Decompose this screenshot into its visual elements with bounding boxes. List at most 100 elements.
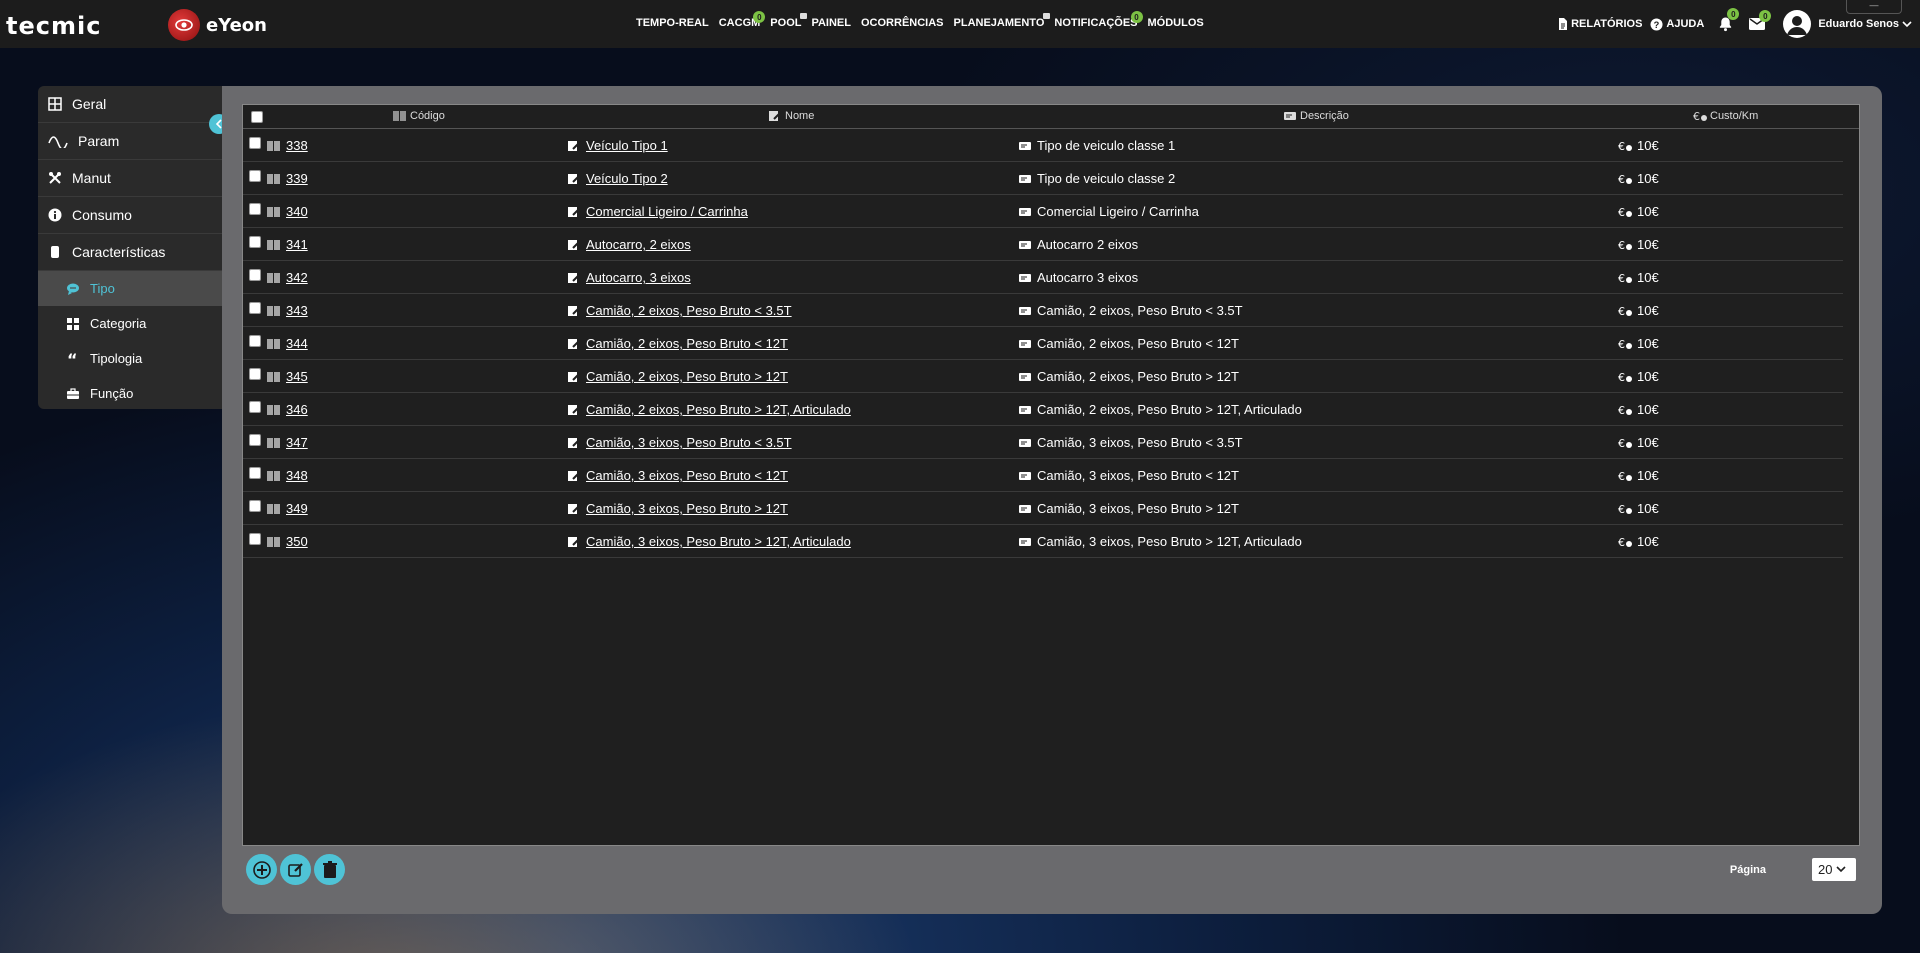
table-row[interactable]: 340 Comercial Ligeiro / Carrinha Comerci… [243, 195, 1843, 228]
row-code-link[interactable]: 347 [286, 435, 308, 450]
notificacoes-count-badge: 0 [1130, 11, 1143, 23]
reports-link[interactable]: RELATÓRIOS [1558, 18, 1642, 30]
header-custo-km[interactable]: € Custo/Km [1693, 110, 1758, 122]
table-row[interactable]: 346 Camião, 2 eixos, Peso Bruto > 12T, A… [243, 393, 1843, 426]
table-row[interactable]: 343 Camião, 2 eixos, Peso Bruto < 3.5T C… [243, 294, 1843, 327]
sidebar-subitem-tipo[interactable]: Tipo [38, 271, 222, 306]
nav-cacgm[interactable]: CACGM 0 [719, 11, 766, 29]
sidebar-item-caracteristicas[interactable]: Características [38, 234, 222, 271]
tecmic-logo[interactable]: tecmic [6, 12, 101, 40]
row-code-link[interactable]: 344 [286, 336, 308, 351]
nav-pool[interactable]: POOL [770, 13, 808, 29]
row-description: Camião, 2 eixos, Peso Bruto < 12T [1037, 336, 1239, 351]
row-name-link[interactable]: Camião, 2 eixos, Peso Bruto < 12T [586, 336, 788, 351]
row-checkbox[interactable] [249, 401, 261, 413]
table-row[interactable]: 349 Camião, 3 eixos, Peso Bruto > 12T Ca… [243, 492, 1843, 525]
row-code-link[interactable]: 343 [286, 303, 308, 318]
minimize-bar-button[interactable]: — [1846, 0, 1902, 14]
help-link[interactable]: ? AJUDA [1650, 17, 1704, 31]
sidebar-item-consumo[interactable]: Consumo [38, 197, 222, 234]
row-name-link[interactable]: Camião, 2 eixos, Peso Bruto > 12T [586, 369, 788, 384]
row-name-link[interactable]: Camião, 3 eixos, Peso Bruto > 12T [586, 501, 788, 516]
nav-ocorrencias[interactable]: OCORRÊNCIAS [861, 17, 944, 29]
table-row[interactable]: 339 Veículo Tipo 2 Tipo de veiculo class… [243, 162, 1843, 195]
nav-notificacoes[interactable]: NOTIFICAÇÕES 0 [1054, 11, 1143, 29]
row-code-link[interactable]: 346 [286, 402, 308, 417]
row-name-link[interactable]: Veículo Tipo 2 [586, 171, 668, 186]
row-checkbox[interactable] [249, 467, 261, 479]
edit-doc-icon [568, 173, 580, 184]
row-code-link[interactable]: 340 [286, 204, 308, 219]
table-row[interactable]: 342 Autocarro, 3 eixos Autocarro 3 eixos… [243, 261, 1843, 294]
nav-painel[interactable]: PAINEL [811, 17, 851, 29]
nav-modulos[interactable]: MÓDULOS [1148, 17, 1204, 29]
barcode-icon [267, 140, 280, 151]
select-all-checkbox[interactable] [251, 111, 263, 123]
eyeon-logo[interactable]: eYeon [168, 9, 267, 41]
sidebar-subitem-funcao[interactable]: Função [38, 376, 222, 411]
row-code-link[interactable]: 345 [286, 369, 308, 384]
euro-icon: € [1618, 338, 1632, 350]
sidebar-item-geral[interactable]: Geral [38, 86, 222, 123]
row-name-link[interactable]: Camião, 3 eixos, Peso Bruto < 3.5T [586, 435, 792, 450]
row-checkbox[interactable] [249, 236, 261, 248]
table-row[interactable]: 344 Camião, 2 eixos, Peso Bruto < 12T Ca… [243, 327, 1843, 360]
delete-button[interactable] [314, 854, 345, 885]
row-name-link[interactable]: Camião, 2 eixos, Peso Bruto < 3.5T [586, 303, 792, 318]
row-name-link[interactable]: Comercial Ligeiro / Carrinha [586, 204, 748, 219]
row-name-link[interactable]: Camião, 2 eixos, Peso Bruto > 12T, Artic… [586, 402, 851, 417]
barcode-icon [267, 206, 280, 217]
row-checkbox[interactable] [249, 434, 261, 446]
table-row[interactable]: 345 Camião, 2 eixos, Peso Bruto > 12T Ca… [243, 360, 1843, 393]
table-row[interactable]: 341 Autocarro, 2 eixos Autocarro 2 eixos… [243, 228, 1843, 261]
table-row[interactable]: 350 Camião, 3 eixos, Peso Bruto > 12T, A… [243, 525, 1843, 558]
row-name-link[interactable]: Camião, 3 eixos, Peso Bruto < 12T [586, 468, 788, 483]
row-checkbox[interactable] [249, 533, 261, 545]
header-nome[interactable]: Nome [768, 110, 814, 122]
row-code-link[interactable]: 342 [286, 270, 308, 285]
row-name-link[interactable]: Veículo Tipo 1 [586, 138, 668, 153]
row-name-link[interactable]: Autocarro, 2 eixos [586, 237, 691, 252]
row-cost: 10€ [1637, 468, 1659, 483]
nav-tempo-real[interactable]: TEMPO-REAL [636, 17, 709, 29]
row-code-link[interactable]: 341 [286, 237, 308, 252]
header-descricao[interactable]: Descrição [1283, 110, 1349, 122]
row-description-cell: Autocarro 2 eixos [1018, 237, 1138, 252]
edit-button[interactable] [280, 854, 311, 885]
row-checkbox[interactable] [249, 170, 261, 182]
row-checkbox[interactable] [249, 500, 261, 512]
table-row[interactable]: 338 Veículo Tipo 1 Tipo de veiculo class… [243, 129, 1843, 162]
row-checkbox[interactable] [249, 269, 261, 281]
header-codigo[interactable]: Código [393, 110, 445, 122]
row-code-link[interactable]: 348 [286, 468, 308, 483]
row-checkbox[interactable] [249, 368, 261, 380]
add-button[interactable] [246, 854, 277, 885]
row-name-link[interactable]: Camião, 3 eixos, Peso Bruto > 12T, Artic… [586, 534, 851, 549]
row-code-link[interactable]: 349 [286, 501, 308, 516]
row-code-link[interactable]: 339 [286, 171, 308, 186]
row-checkbox[interactable] [249, 302, 261, 314]
row-description: Comercial Ligeiro / Carrinha [1037, 204, 1199, 219]
row-checkbox[interactable] [249, 137, 261, 149]
barcode-icon [267, 338, 280, 349]
edit-doc-icon [568, 206, 580, 217]
row-checkbox[interactable] [249, 203, 261, 215]
table-row[interactable]: 347 Camião, 3 eixos, Peso Bruto < 3.5T C… [243, 426, 1843, 459]
text-edit-icon [1019, 207, 1031, 216]
messages-button[interactable]: 0 [1749, 10, 1772, 30]
row-code-link[interactable]: 350 [286, 534, 308, 549]
sidebar-item-param[interactable]: Param [38, 123, 222, 160]
row-name-link[interactable]: Autocarro, 3 eixos [586, 270, 691, 285]
row-code-link[interactable]: 338 [286, 138, 308, 153]
row-checkbox[interactable] [249, 335, 261, 347]
edit-doc-icon [568, 503, 580, 514]
table-row[interactable]: 348 Camião, 3 eixos, Peso Bruto < 12T Ca… [243, 459, 1843, 492]
row-description: Camião, 2 eixos, Peso Bruto > 12T [1037, 369, 1239, 384]
notifications-bell[interactable]: 0 [1718, 8, 1740, 32]
sidebar-subitem-categoria[interactable]: Categoria [38, 306, 222, 341]
user-menu[interactable]: Eduardo Senos [1783, 10, 1912, 38]
sidebar-subitem-tipologia[interactable]: “ Tipologia [38, 341, 222, 376]
nav-planejamento[interactable]: PLANEJAMENTO [954, 13, 1051, 29]
sidebar-item-manut[interactable]: Manut [38, 160, 222, 197]
page-size-select[interactable]: 20 [1812, 858, 1856, 881]
